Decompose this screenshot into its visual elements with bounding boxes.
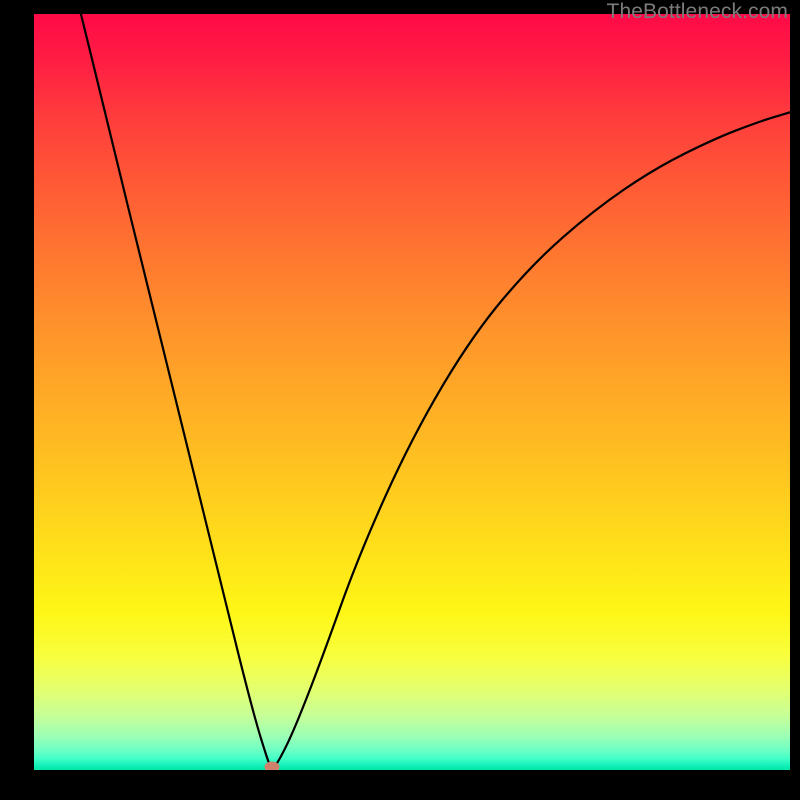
chart-frame: TheBottleneck.com <box>0 0 800 800</box>
curve-layer <box>34 14 790 770</box>
watermark-label: TheBottleneck.com <box>607 0 788 24</box>
plot-area <box>34 14 790 770</box>
optimal-point-marker <box>265 762 280 771</box>
bottleneck-curve <box>34 14 790 768</box>
